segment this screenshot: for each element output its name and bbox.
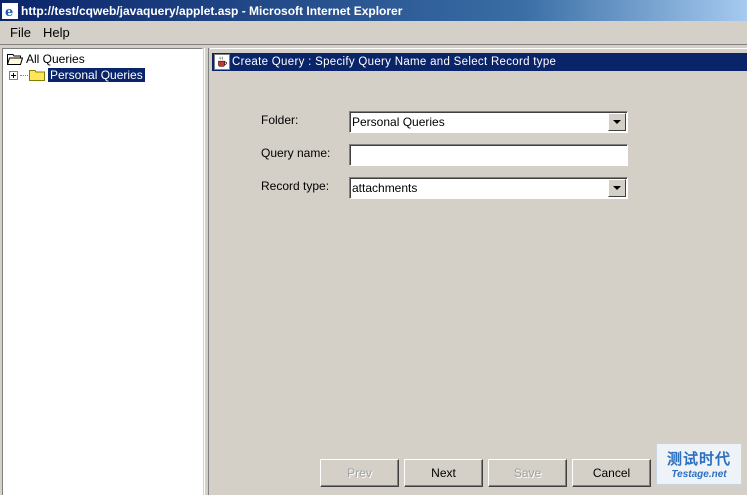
window-titlebar: e http://test/cqweb/javaquery/applet.asp… — [0, 0, 747, 21]
folder-label: Folder: — [261, 113, 299, 127]
folder-select[interactable]: Personal Queries — [349, 111, 628, 133]
panel-header: Create Query : Specify Query Name and Se… — [212, 53, 747, 71]
expand-plus-icon[interactable] — [9, 70, 18, 80]
prev-button[interactable]: Prev — [320, 459, 399, 487]
open-folder-icon — [7, 54, 23, 65]
record-type-select[interactable]: attachments — [349, 177, 628, 199]
chevron-down-icon — [613, 120, 621, 124]
query-name-input[interactable] — [349, 144, 628, 166]
menu-bar: File Help — [0, 21, 747, 45]
menu-file[interactable]: File — [4, 23, 37, 42]
save-button[interactable]: Save — [488, 459, 567, 487]
folder-select-value: Personal Queries — [352, 115, 445, 129]
java-cup-icon — [214, 54, 230, 70]
site-watermark-logo: 测试时代 Testage.net — [656, 443, 742, 485]
tree-node-label: Personal Queries — [48, 68, 145, 82]
record-type-select-value: attachments — [352, 181, 418, 195]
menu-help[interactable]: Help — [37, 23, 76, 42]
tree-node-label: All Queries — [26, 52, 85, 66]
watermark-title: 测试时代 — [666, 450, 731, 468]
query-wizard-panel: Create Query : Specify Query Name and Se… — [210, 48, 747, 495]
query-tree: All Queries Personal Queries — [2, 48, 203, 495]
record-type-label: Record type: — [261, 179, 330, 193]
folder-dropdown-button[interactable] — [608, 113, 626, 131]
folder-icon — [29, 70, 45, 81]
watermark-url: Testage.net — [671, 469, 727, 480]
svg-text:e: e — [5, 5, 13, 19]
panel-header-title: Create Query : Specify Query Name and Se… — [232, 56, 557, 68]
query-name-label: Query name: — [261, 146, 331, 160]
internet-explorer-icon: e — [2, 2, 18, 19]
tree-node-personal-queries[interactable]: Personal Queries — [9, 68, 145, 82]
window-title: http://test/cqweb/javaquery/applet.asp -… — [21, 3, 403, 18]
cancel-button[interactable]: Cancel — [572, 459, 651, 487]
next-button[interactable]: Next — [404, 459, 483, 487]
pane-splitter[interactable] — [204, 48, 209, 495]
tree-node-all-queries[interactable]: All Queries — [7, 52, 85, 66]
tree-connector — [20, 74, 28, 76]
record-type-dropdown-button[interactable] — [608, 179, 626, 197]
chevron-down-icon — [613, 186, 621, 190]
